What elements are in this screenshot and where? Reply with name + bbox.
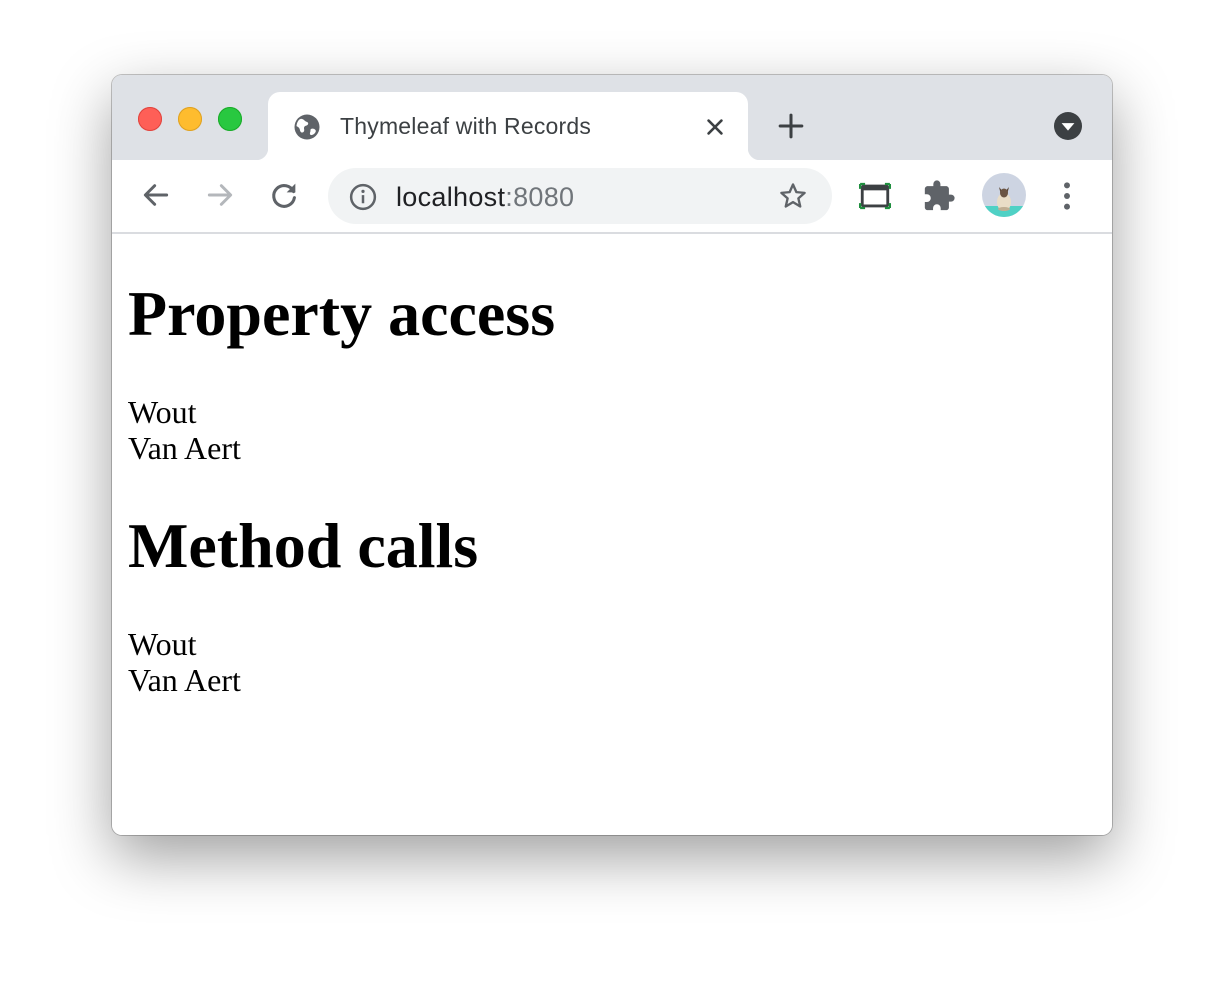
- reload-icon[interactable]: [268, 179, 300, 211]
- window-minimize-button[interactable]: [178, 107, 202, 131]
- toolbar: localhost:8080: [112, 160, 1112, 234]
- profile-picture: [982, 173, 1026, 217]
- star-icon[interactable]: [778, 181, 808, 211]
- first-name-text: Wout: [128, 394, 197, 430]
- page-content: Property access Wout Van Aert Method cal…: [112, 234, 1112, 835]
- browser-window: Thymeleaf with Records localhost:8080 Pr…: [112, 75, 1112, 835]
- globe-icon: [294, 114, 320, 140]
- first-name-text: Wout: [128, 626, 197, 662]
- info-icon[interactable]: [348, 182, 378, 212]
- puzzle-icon[interactable]: [922, 179, 956, 213]
- section-heading-method-calls: Method calls: [128, 510, 479, 581]
- window-close-button[interactable]: [138, 107, 162, 131]
- plus-icon[interactable]: [778, 113, 804, 139]
- last-name-text: Van Aert: [128, 430, 241, 466]
- avatar[interactable]: [982, 173, 1026, 217]
- url-port: :8080: [505, 182, 575, 212]
- kebab-menu-icon[interactable]: [1050, 179, 1084, 213]
- url-host: localhost: [396, 182, 506, 212]
- url-text: localhost:8080: [396, 182, 574, 213]
- close-icon[interactable]: [704, 116, 726, 138]
- address-bar[interactable]: localhost:8080: [328, 168, 832, 224]
- browser-tab[interactable]: Thymeleaf with Records: [256, 92, 760, 160]
- window-zoom-button[interactable]: [218, 107, 242, 131]
- last-name-text: Van Aert: [128, 662, 241, 698]
- section-heading-property-access: Property access: [128, 278, 556, 349]
- cast-icon[interactable]: [858, 179, 892, 213]
- tab-strip: Thymeleaf with Records: [112, 75, 1112, 160]
- chevron-down-circle-icon[interactable]: [1054, 112, 1082, 140]
- arrow-right-icon[interactable]: [204, 179, 236, 211]
- tab-title: Thymeleaf with Records: [340, 113, 592, 139]
- arrow-left-icon[interactable]: [140, 179, 172, 211]
